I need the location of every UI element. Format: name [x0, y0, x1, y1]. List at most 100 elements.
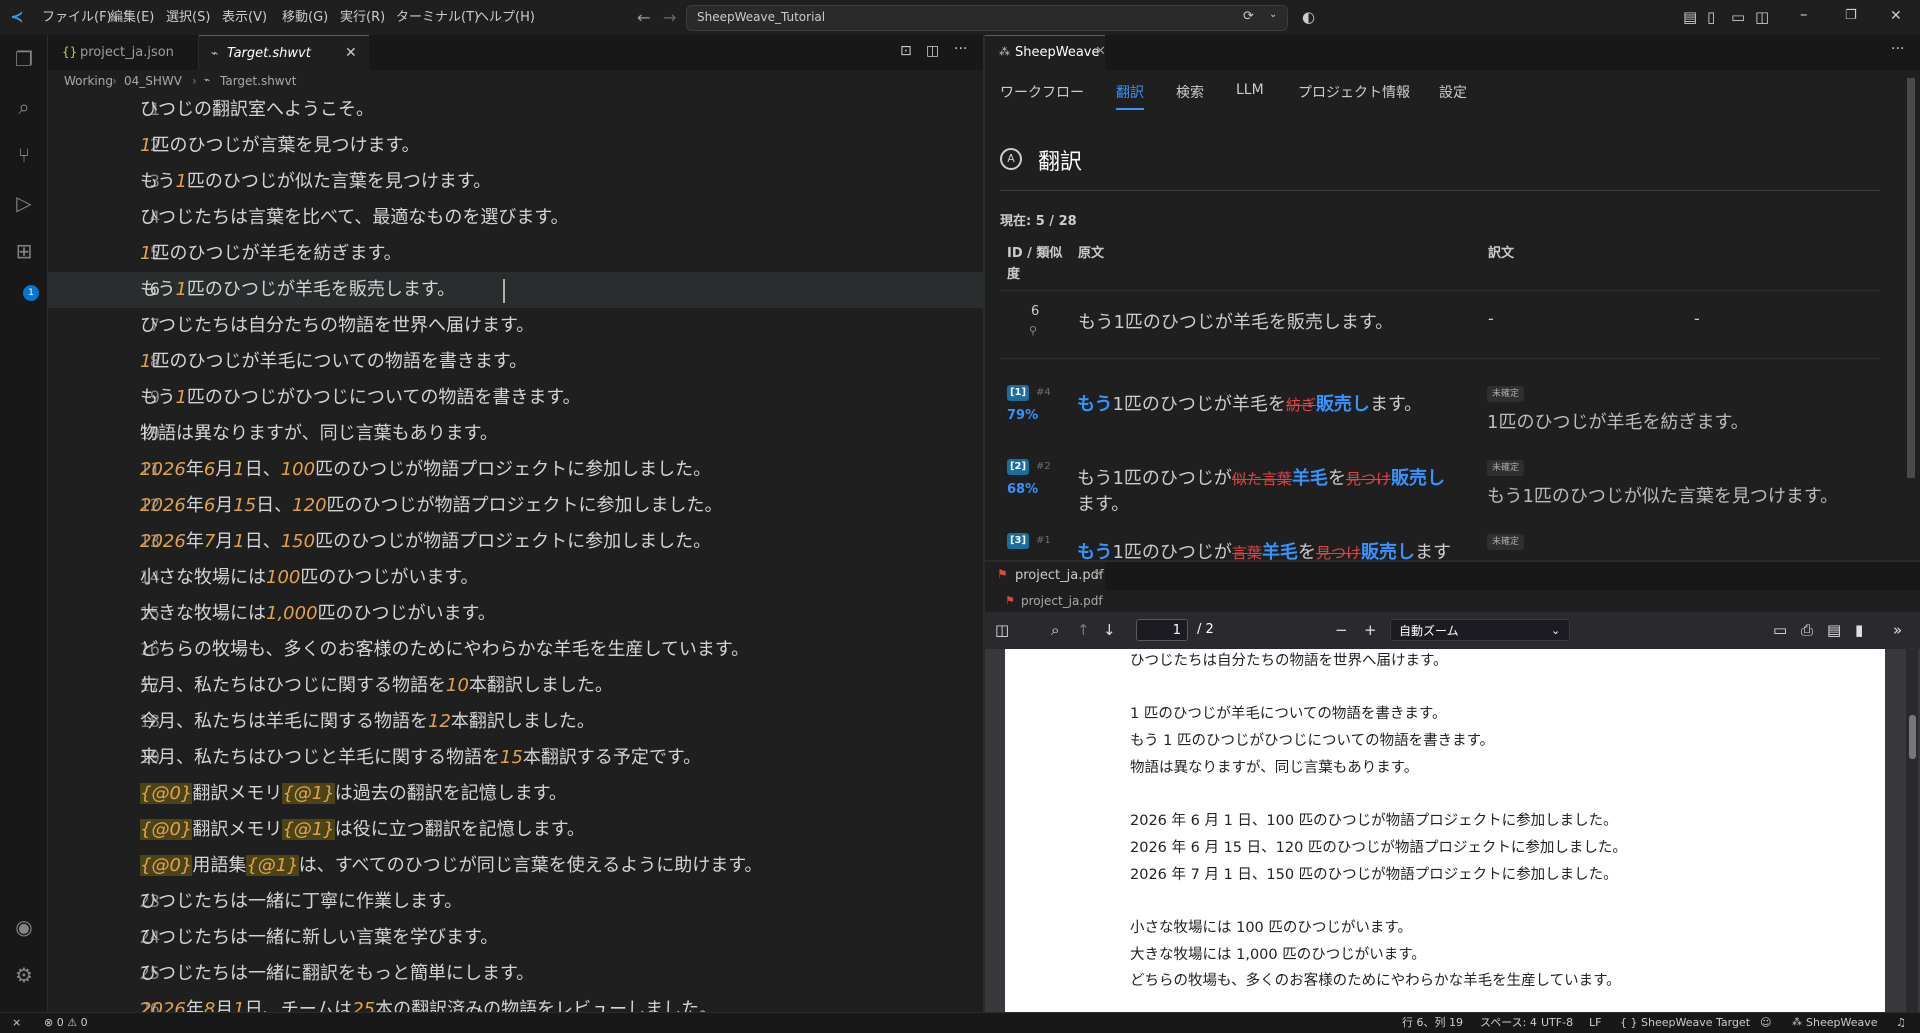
run-debug-icon[interactable]: ▷: [12, 191, 36, 215]
account-icon[interactable]: ◉: [12, 915, 36, 939]
save-icon[interactable]: ▤: [1827, 621, 1841, 639]
nav-tab[interactable]: 検索: [1176, 82, 1204, 102]
menu-item[interactable]: 実行(R): [340, 0, 385, 35]
sheepweave-status[interactable]: SheepWeave: [1806, 1013, 1878, 1033]
menu-item[interactable]: ヘルプ(H): [476, 0, 535, 35]
menu-item[interactable]: ターミナル(T): [396, 0, 479, 35]
match-row[interactable]: [1] #4 79% もう1匹のひつじが羊毛を紡ぎ販売します。 未確定 1匹のひつじが羊毛…: [985, 382, 1905, 452]
tab-sheepweave[interactable]: ⁂ SheepWeave ✕: [985, 35, 1106, 71]
tab-target-shwvt[interactable]: ⌁ Target.shwvt ✕: [199, 35, 369, 71]
tools-chevron-icon[interactable]: »: [1893, 621, 1902, 639]
more-actions-icon[interactable]: ···: [954, 41, 967, 57]
pdf-scrollbar-thumb[interactable]: [1909, 715, 1916, 759]
nav-tab[interactable]: プロジェクト情報: [1298, 82, 1410, 102]
encoding[interactable]: UTF-8: [1541, 1013, 1573, 1033]
copilot-status-icon[interactable]: ☺: [1760, 1013, 1771, 1033]
page-number-input[interactable]: 1: [1136, 619, 1188, 641]
pin-icon[interactable]: ⚲: [1029, 324, 1037, 337]
tab-project-ja-json[interactable]: {} project_ja.json: [48, 35, 199, 70]
remote-indicator-icon[interactable]: ⨯: [12, 1013, 21, 1033]
close-window-icon[interactable]: ✕: [1890, 8, 1902, 24]
code-line[interactable]: 13 2026年7月1日、150匹のひつじが物語プロジェクトに参加しました。: [48, 524, 983, 560]
source-control-icon[interactable]: ⑂: [12, 143, 36, 167]
accounts-globe-icon[interactable]: ◐: [1302, 8, 1315, 26]
code-line[interactable]: 26 2026年8月1日、チームは25本の翻訳済みの物語をレビューしました。: [48, 992, 983, 1012]
zoom-in-icon[interactable]: +: [1364, 621, 1377, 639]
bookmark-icon[interactable]: ▮: [1855, 621, 1863, 639]
toggle-primary-sidebar-icon[interactable]: ▯: [1707, 8, 1715, 26]
code-line[interactable]: 2 1匹のひつじが言葉を見つけます。: [48, 128, 983, 164]
open-file-icon[interactable]: ▭: [1773, 621, 1787, 639]
cursor-position[interactable]: 行 6、列 19: [1402, 1013, 1463, 1033]
minimize-icon[interactable]: –: [1800, 5, 1808, 23]
more-actions-icon[interactable]: ···: [1891, 41, 1904, 57]
code-line[interactable]: 14 小さな牧場には100匹のひつじがいます。: [48, 560, 983, 596]
code-line[interactable]: 1 ひつじの翻訳室へようこそ。: [48, 92, 983, 128]
chevron-down-icon[interactable]: ⌄: [1269, 9, 1277, 20]
close-tab-icon[interactable]: ✕: [345, 36, 357, 71]
copilot-icon[interactable]: ⟳: [1243, 9, 1254, 24]
nav-tab[interactable]: LLM: [1236, 82, 1264, 98]
breadcrumb-item[interactable]: 04_SHWV: [124, 70, 182, 92]
close-tab-icon[interactable]: ✕: [1093, 567, 1104, 582]
code-line[interactable]: 4 ひつじたちは言葉を比べて、最適なものを選びます。: [48, 200, 983, 236]
code-line[interactable]: 24 ひつじたちは一緒に新しい言葉を学びます。: [48, 920, 983, 956]
match-row[interactable]: [2] #2 68% もう1匹のひつじが似た言葉羊毛を見つけ販売し ます。 未確定 もう1匹…: [985, 456, 1905, 526]
toggle-secondary-sidebar-icon[interactable]: ◫: [1755, 8, 1769, 26]
current-segment-row[interactable]: 6 ⚲ もう1匹のひつじが羊毛を販売します。 - -: [986, 298, 1916, 358]
code-line[interactable]: 25 ひつじたちは一緒に翻訳をもっと簡単にします。: [48, 956, 983, 992]
toggle-panel-icon[interactable]: ▭: [1731, 8, 1745, 26]
zoom-select[interactable]: 自動ズーム ⌄: [1390, 619, 1570, 641]
code-line[interactable]: 5 1匹のひつじが羊毛を紡ぎます。: [48, 236, 983, 272]
code-line[interactable]: 17 先月、私たちはひつじに関する物語を10本翻訳しました。: [48, 668, 983, 704]
match-row[interactable]: [3] #1 もう1匹のひつじが言葉羊毛を見つけ販売します 未確定: [985, 530, 1905, 560]
match-badge[interactable]: [3]: [1007, 533, 1029, 549]
print-icon[interactable]: ⎙: [1801, 621, 1813, 639]
code-line[interactable]: 3 もう1匹のひつじが似た言葉を見つけます。: [48, 164, 983, 200]
nav-tab[interactable]: 設定: [1439, 82, 1467, 102]
pdf-viewer[interactable]: ひつじたちは自分たちの物語を世界へ届けます。 1 匹のひつじが羊毛についての物語を…: [985, 649, 1920, 1012]
explorer-icon[interactable]: ❐: [12, 47, 36, 71]
previous-page-icon[interactable]: ↑: [1077, 621, 1090, 639]
problems-indicator[interactable]: ⊗ 0 ⚠ 0: [44, 1013, 88, 1033]
code-line[interactable]: 12 2026年6月15日、120匹のひつじが物語プロジェクトに参加しました。: [48, 488, 983, 524]
menu-item[interactable]: 移動(G): [282, 0, 328, 35]
code-line[interactable]: 11 2026年6月1日、100匹のひつじが物語プロジェクトに参加しました。: [48, 452, 983, 488]
breadcrumb-item[interactable]: Target.shwvt: [220, 70, 296, 92]
pdf-search-icon[interactable]: ⌕: [1051, 621, 1059, 639]
code-line[interactable]: 18 今月、私たちは羊毛に関する物語を12本翻訳しました。: [48, 704, 983, 740]
menu-item[interactable]: ファイル(F): [42, 0, 112, 35]
match-badge[interactable]: [1]: [1007, 385, 1029, 401]
pdf-scrollbar[interactable]: [1906, 649, 1918, 1012]
code-line[interactable]: 15 大きな牧場には1,000匹のひつじがいます。: [48, 596, 983, 632]
breadcrumb-item[interactable]: Working: [64, 70, 113, 92]
indentation[interactable]: スペース: 4: [1480, 1013, 1537, 1033]
notifications-bell-icon[interactable]: ♫: [1896, 1013, 1906, 1033]
close-tab-icon[interactable]: ✕: [1095, 44, 1106, 59]
split-editor-icon[interactable]: ◫: [926, 43, 939, 59]
layout-customize-icon[interactable]: ▤: [1683, 8, 1697, 26]
code-line[interactable]: 8 1匹のひつじが羊毛についての物語を書きます。: [48, 344, 983, 380]
code-line[interactable]: 6 もう1匹のひつじが羊毛を販売します。: [48, 272, 983, 308]
command-center[interactable]: SheepWeave_Tutorial ⟳ ⌄: [686, 5, 1288, 31]
search-icon[interactable]: ⌕: [12, 95, 36, 119]
settings-gear-icon[interactable]: ⚙: [12, 963, 36, 987]
open-preview-icon[interactable]: ⊡: [900, 43, 912, 59]
next-page-icon[interactable]: ↓: [1103, 621, 1116, 639]
nav-tab[interactable]: 翻訳: [1116, 82, 1144, 102]
extensions-icon[interactable]: ⊞: [12, 239, 36, 263]
menu-item[interactable]: 表示(V): [222, 0, 267, 35]
breadcrumb-item[interactable]: project_ja.pdf: [1021, 590, 1103, 612]
restore-icon[interactable]: ❐: [1845, 8, 1857, 23]
code-line[interactable]: 23 ひつじたちは一緒に丁寧に作業します。: [48, 884, 983, 920]
match-badge[interactable]: [2]: [1007, 459, 1029, 475]
nav-tab[interactable]: ワークフロー: [1000, 82, 1084, 102]
tab-project-ja-pdf[interactable]: ⚑ project_ja.pdf ✕: [985, 562, 1105, 590]
line-ending[interactable]: LF: [1589, 1013, 1601, 1033]
toggle-sidebar-icon[interactable]: ◫: [995, 621, 1009, 639]
code-line[interactable]: 16 どちらの牧場も、多くのお客様のためにやわらかな羊毛を生産しています。: [48, 632, 983, 668]
code-line[interactable]: 9 もう1匹のひつじがひつじについての物語を書きます。: [48, 380, 983, 416]
code-line[interactable]: 21{@0}翻訳メモリ{@1}は役に立つ翻訳を記憶します。: [48, 812, 983, 848]
menu-item[interactable]: 選択(S): [166, 0, 210, 35]
menu-item[interactable]: 編集(E): [110, 0, 154, 35]
